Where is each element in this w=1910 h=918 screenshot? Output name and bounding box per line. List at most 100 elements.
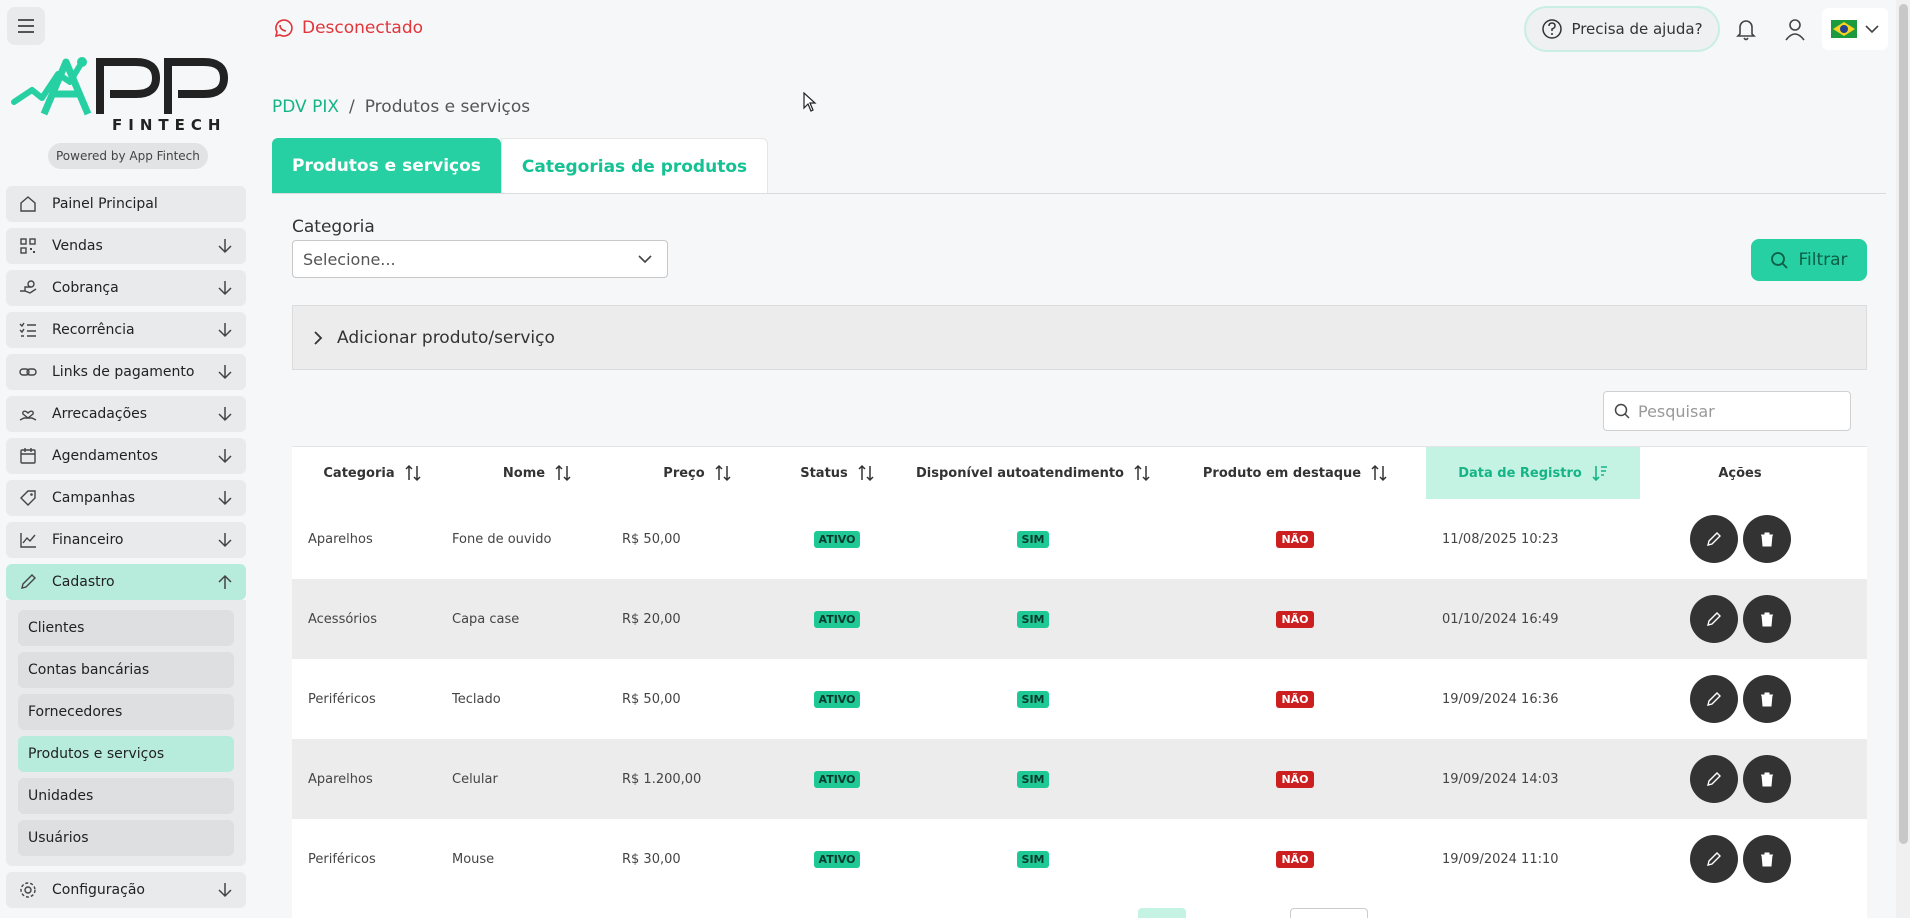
- search-icon: [1771, 252, 1789, 269]
- arrow-down-icon: [218, 449, 232, 464]
- sidebar-subitem-clientes[interactable]: Clientes: [18, 610, 234, 646]
- cell-actions: [1640, 675, 1840, 723]
- sidebar-item-agendamentos[interactable]: Agendamentos: [6, 438, 246, 474]
- sidebar-item-links-de-pagamento[interactable]: Links de pagamento: [6, 354, 246, 390]
- column-header-categoria[interactable]: Categoria: [292, 447, 452, 499]
- sort-icon: [555, 464, 571, 482]
- column-header-data-de-registro[interactable]: Data de Registro: [1426, 447, 1640, 499]
- category-select[interactable]: Selecione...: [292, 240, 668, 278]
- edit-button[interactable]: [1689, 595, 1738, 643]
- column-header-preco[interactable]: Preço: [622, 447, 772, 499]
- cell-nome: Fone de ouvido: [452, 531, 552, 547]
- help-button[interactable]: Precisa de ajuda?: [1524, 6, 1720, 52]
- question-icon: [1542, 19, 1563, 39]
- sidebar-item-label: Painel Principal: [52, 196, 158, 212]
- language-selector[interactable]: [1822, 8, 1888, 50]
- products-table: Categoria Nome Preço Status Disponível a…: [292, 374, 1867, 918]
- cell-autoatendimento: SIM: [902, 530, 1164, 548]
- search-input[interactable]: [1638, 401, 1838, 421]
- cell-preco: R$ 30,00: [622, 851, 681, 867]
- cell-data: 19/09/2024 14:03: [1442, 771, 1559, 787]
- sidebar-item-cadastro[interactable]: Cadastro: [6, 564, 246, 600]
- column-header-autoatendimento[interactable]: Disponível autoatendimento: [902, 447, 1164, 499]
- edit-button[interactable]: [1689, 835, 1738, 883]
- qr-code-icon: [18, 236, 38, 256]
- sidebar-item-campanhas[interactable]: Campanhas: [6, 480, 246, 516]
- column-header-nome[interactable]: Nome: [452, 447, 622, 499]
- search-icon: [1614, 403, 1630, 419]
- sidebar-item-configuracao[interactable]: Configuração: [6, 872, 246, 908]
- cell-categoria: Aparelhos: [308, 531, 373, 547]
- sidebar-item-label: Agendamentos: [52, 448, 158, 464]
- whatsapp-status[interactable]: Desconectado: [272, 17, 423, 39]
- sidebar-subitem-produtos-e-servicos[interactable]: Produtos e serviços: [18, 736, 234, 772]
- sidebar-item-financeiro[interactable]: Financeiro: [6, 522, 246, 558]
- page-scrollbar[interactable]: [1896, 0, 1910, 918]
- delete-button[interactable]: [1742, 835, 1791, 883]
- destaque-badge: NÃO: [1276, 690, 1314, 708]
- trash-icon: [1760, 852, 1773, 867]
- arrow-down-icon: [218, 533, 232, 548]
- sort-icon: [1371, 464, 1387, 482]
- bell-icon[interactable]: [1734, 16, 1758, 42]
- category-label: Categoria: [292, 217, 375, 237]
- cell-destaque: NÃO: [1164, 610, 1426, 628]
- hamburger-menu-button[interactable]: [7, 7, 45, 45]
- trash-icon: [1760, 692, 1773, 707]
- user-icon[interactable]: [1783, 16, 1807, 42]
- gear-icon: [18, 880, 38, 900]
- help-label: Precisa de ajuda?: [1571, 20, 1703, 38]
- arrow-down-icon: [218, 491, 232, 506]
- sidebar-subitem-fornecedores[interactable]: Fornecedores: [18, 694, 234, 730]
- cell-preco: R$ 1.200,00: [622, 771, 702, 787]
- delete-button[interactable]: [1742, 675, 1791, 723]
- filter-button[interactable]: Filtrar: [1751, 239, 1867, 281]
- chevron-down-icon: [638, 255, 652, 264]
- column-header-status[interactable]: Status: [772, 447, 902, 499]
- list-check-icon: [18, 320, 38, 340]
- delete-button[interactable]: [1742, 755, 1791, 803]
- chevron-down-icon: [1865, 25, 1879, 34]
- sidebar-subitem-contas-bancarias[interactable]: Contas bancárias: [18, 652, 234, 688]
- donation-icon: [18, 404, 38, 424]
- delete-button[interactable]: [1742, 595, 1791, 643]
- table-row: Acessórios Capa case R$ 20,00 ATIVO SIM …: [292, 579, 1867, 659]
- tab-categorias-de-produtos[interactable]: Categorias de produtos: [500, 138, 769, 194]
- sidebar-item-recorrencia[interactable]: Recorrência: [6, 312, 246, 348]
- sidebar-subitem-usuarios[interactable]: Usuários: [18, 820, 234, 856]
- cell-actions: [1640, 595, 1840, 643]
- arrow-down-icon: [218, 239, 232, 254]
- table-row: Periféricos Teclado R$ 50,00 ATIVO SIM N…: [292, 659, 1867, 739]
- sidebar-subitem-unidades[interactable]: Unidades: [18, 778, 234, 814]
- sidebar-item-painel-principal[interactable]: Painel Principal: [6, 186, 246, 222]
- sidebar-item-arrecadacoes[interactable]: Arrecadações: [6, 396, 246, 432]
- scrollbar-thumb[interactable]: [1899, 4, 1908, 844]
- edit-button[interactable]: [1689, 515, 1738, 563]
- trash-icon: [1760, 772, 1773, 787]
- cell-categoria: Periféricos: [308, 691, 376, 707]
- sidebar-item-cobranca[interactable]: Cobrança: [6, 270, 246, 306]
- edit-button[interactable]: [1689, 675, 1738, 723]
- sidebar-item-label: Recorrência: [52, 322, 135, 338]
- status-badge: ATIVO: [813, 610, 861, 628]
- add-product-accordion[interactable]: Adicionar produto/serviço: [292, 305, 1867, 370]
- arrow-up-icon: [218, 574, 232, 589]
- column-header-destaque[interactable]: Produto em destaque: [1164, 447, 1426, 499]
- cell-autoatendimento: SIM: [902, 770, 1164, 788]
- cell-preco: R$ 50,00: [622, 531, 681, 547]
- tab-produtos-e-servicos[interactable]: Produtos e serviços: [272, 138, 501, 194]
- destaque-badge: NÃO: [1276, 610, 1314, 628]
- pagination-active-page[interactable]: [1138, 908, 1186, 918]
- pagination-page-size-select[interactable]: [1290, 908, 1368, 918]
- breadcrumb-link-pdv-pix[interactable]: PDV PIX: [272, 97, 339, 117]
- column-header-acoes: Ações: [1718, 465, 1762, 481]
- cell-status: ATIVO: [772, 610, 902, 628]
- cell-data: 11/08/2025 10:23: [1442, 531, 1559, 547]
- sidebar-item-vendas[interactable]: Vendas: [6, 228, 246, 264]
- status-badge: ATIVO: [813, 690, 861, 708]
- autoatendimento-badge: SIM: [1016, 610, 1050, 628]
- destaque-badge: NÃO: [1276, 850, 1314, 868]
- delete-button[interactable]: [1742, 515, 1791, 563]
- edit-button[interactable]: [1689, 755, 1738, 803]
- cadastro-submenu: Clientes Contas bancárias Fornecedores P…: [6, 600, 246, 866]
